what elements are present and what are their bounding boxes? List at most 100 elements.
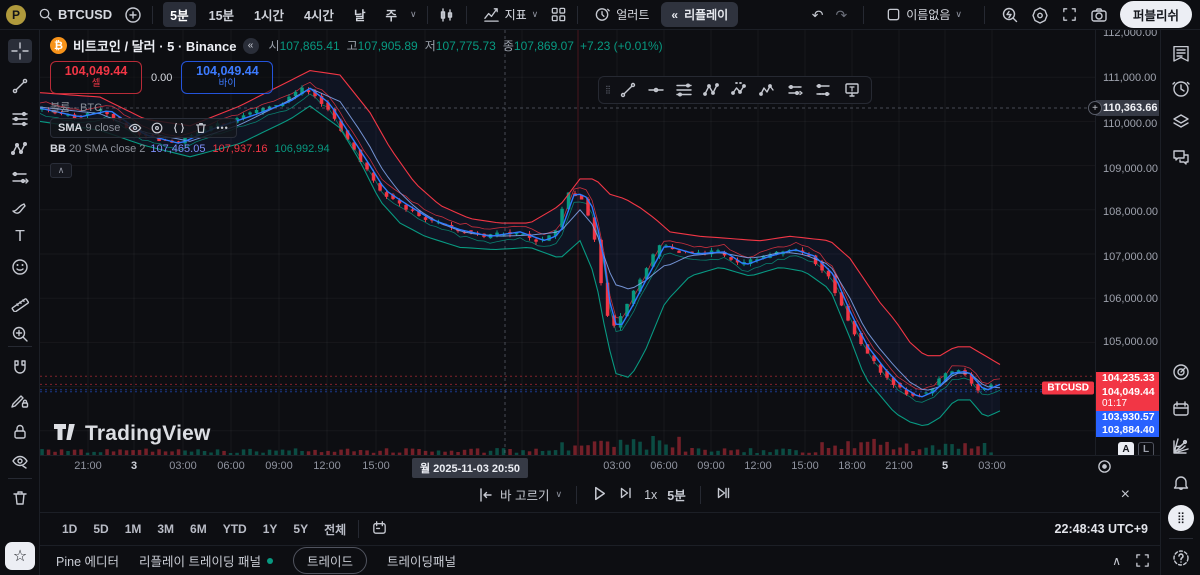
user-avatar[interactable]: P bbox=[6, 4, 26, 25]
close-replay-icon[interactable]: × bbox=[1121, 486, 1130, 504]
jump-to-end-button[interactable] bbox=[715, 485, 731, 504]
drag-handle[interactable]: ⣿ bbox=[605, 86, 613, 94]
apps-menu-button[interactable]: ⣿ bbox=[1168, 505, 1194, 531]
float-xabcd-pattern-tool[interactable] bbox=[699, 79, 725, 101]
layout-grid-icon[interactable] bbox=[550, 6, 567, 23]
log-scale-button[interactable]: L bbox=[1138, 442, 1154, 455]
help-icon[interactable] bbox=[1169, 546, 1193, 570]
buy-button[interactable]: 104,049.44 바이 bbox=[181, 61, 274, 94]
layout-menu[interactable]: 이름없음 ∨ bbox=[880, 3, 968, 26]
time-axis[interactable]: 21:00303:0006:0009:0012:0015:0018:00403:… bbox=[40, 455, 1160, 478]
clock-utc[interactable]: 22:48:43 UTC+9 bbox=[1055, 522, 1148, 536]
range-button-5Y[interactable]: 5Y bbox=[285, 519, 316, 539]
text-tool[interactable]: T bbox=[8, 225, 32, 249]
timeframe-button-주[interactable]: 주 bbox=[378, 2, 404, 27]
sell-button[interactable]: 104,049.44 셀 bbox=[50, 61, 142, 94]
range-button-1D[interactable]: 1D bbox=[54, 519, 85, 539]
favorites-star-button[interactable]: ☆ bbox=[5, 542, 35, 570]
pick-bar-button[interactable]: 바 고르기 ∨ bbox=[478, 485, 562, 504]
brush-tool[interactable] bbox=[8, 195, 32, 219]
timeframe-button-5분[interactable]: 5분 bbox=[163, 2, 196, 27]
range-button-3M[interactable]: 3M bbox=[149, 519, 182, 539]
trend-line-tool[interactable] bbox=[8, 74, 32, 98]
chart-area[interactable]: TradingView ₿ 비트코인 / 달러 · 5 · Binance « … bbox=[40, 30, 1160, 455]
emoji-tool[interactable] bbox=[8, 255, 32, 279]
web-spider-icon[interactable] bbox=[1169, 434, 1193, 458]
undo-icon[interactable]: ↶ bbox=[812, 8, 824, 22]
measure-ruler-tool[interactable] bbox=[8, 290, 32, 314]
more-options-icon[interactable]: ••• bbox=[216, 123, 228, 133]
eye-icon[interactable] bbox=[128, 121, 142, 135]
add-alert-plus-icon[interactable]: + bbox=[1088, 101, 1102, 115]
indicator-settings-icon[interactable] bbox=[150, 121, 164, 135]
timeframe-button-4시간[interactable]: 4시간 bbox=[297, 2, 341, 27]
price-axis[interactable]: 112,000.00 111,000.00 110,000.00 109,000.00… bbox=[1088, 30, 1160, 455]
settings-icon[interactable] bbox=[1031, 6, 1049, 24]
replay-interval-button[interactable]: 5분 bbox=[667, 485, 685, 504]
crosshair-tool[interactable] bbox=[8, 39, 32, 63]
timeframe-chevron-icon[interactable]: ∨ bbox=[410, 9, 417, 20]
symbol-search-button[interactable]: BTCUSD bbox=[32, 4, 118, 25]
legend-symbol-row[interactable]: ₿ 비트코인 / 달러 · 5 · Binance « 시107,865.41 고… bbox=[50, 36, 663, 55]
lock-all-tool[interactable] bbox=[8, 420, 32, 444]
float-trend-line-tool[interactable] bbox=[615, 79, 641, 101]
projection-tool[interactable] bbox=[8, 166, 32, 190]
chart-style-icon[interactable] bbox=[438, 6, 456, 24]
expand-panel-chevron-icon[interactable]: ∧ bbox=[1112, 554, 1121, 568]
go-to-realtime-button[interactable] bbox=[1097, 459, 1112, 477]
float-projection-tool[interactable] bbox=[811, 79, 837, 101]
bb-indicator-row[interactable]: BB 20 SMA close 2 107,465.05 107,937.16 10… bbox=[50, 141, 663, 157]
zoom-in-tool[interactable] bbox=[8, 322, 32, 346]
fullscreen-icon[interactable] bbox=[1061, 6, 1078, 23]
range-button-5D[interactable]: 5D bbox=[85, 519, 116, 539]
alert-button[interactable]: 얼러트 bbox=[588, 3, 655, 26]
float-horizontal-line-tool[interactable] bbox=[643, 79, 669, 101]
float-elliott-wave-tool[interactable] bbox=[755, 79, 781, 101]
play-button[interactable] bbox=[591, 485, 608, 505]
hide-drawings-tool[interactable] bbox=[8, 450, 32, 474]
timeframe-button-15분[interactable]: 15분 bbox=[202, 2, 241, 27]
float-parallel-lines-tool[interactable] bbox=[671, 79, 697, 101]
redo-icon[interactable]: ↷ bbox=[835, 8, 847, 22]
sma-indicator-row[interactable]: SMA 9 close ••• bbox=[50, 118, 663, 138]
object-tree-icon[interactable] bbox=[1169, 110, 1193, 134]
float-forecast-tool[interactable] bbox=[783, 79, 809, 101]
delete-indicator-icon[interactable] bbox=[194, 121, 208, 135]
range-button-YTD[interactable]: YTD bbox=[215, 519, 255, 539]
timeframe-button-날[interactable]: 날 bbox=[347, 2, 373, 27]
add-symbol-icon[interactable] bbox=[124, 6, 142, 24]
chat-icon[interactable] bbox=[1169, 145, 1193, 169]
calendar-icon[interactable] bbox=[1169, 397, 1193, 421]
publish-button[interactable]: 퍼블리쉬 bbox=[1119, 1, 1192, 28]
range-button-6M[interactable]: 6M bbox=[182, 519, 215, 539]
status-item[interactable]: 트레이딩패널 bbox=[387, 551, 456, 570]
magnet-tool[interactable] bbox=[8, 356, 32, 380]
camera-icon[interactable] bbox=[1090, 6, 1108, 24]
drawing-mode-lock-tool[interactable] bbox=[8, 388, 32, 412]
quick-search-icon[interactable] bbox=[1001, 6, 1019, 24]
indicators-button[interactable]: 지표 ∨ bbox=[477, 3, 545, 26]
status-item[interactable]: 리플레이 트레이딩 패널 bbox=[139, 551, 273, 570]
watchlist-icon[interactable] bbox=[1169, 42, 1193, 66]
status-item[interactable]: Pine 에디터 bbox=[56, 551, 119, 570]
alerts-icon[interactable] bbox=[1169, 77, 1193, 101]
notifications-bell-icon[interactable] bbox=[1169, 470, 1193, 494]
range-button-1Y[interactable]: 1Y bbox=[255, 519, 286, 539]
float-abc-wave-tool[interactable] bbox=[727, 79, 753, 101]
replay-button[interactable]: « 리플레이 bbox=[661, 2, 739, 27]
remove-drawings-tool[interactable] bbox=[8, 486, 32, 510]
go-to-date-button[interactable] bbox=[371, 519, 388, 539]
range-button-전체[interactable]: 전체 bbox=[316, 518, 354, 541]
step-forward-button[interactable] bbox=[618, 485, 634, 504]
volume-indicator-row[interactable]: 볼륨 · BTC bbox=[50, 99, 663, 115]
timeframe-button-1시간[interactable]: 1시간 bbox=[247, 2, 291, 27]
source-code-icon[interactable] bbox=[172, 121, 186, 135]
maximize-panel-icon[interactable] bbox=[1135, 553, 1150, 568]
float-text-callout-tool[interactable] bbox=[839, 79, 865, 101]
ideas-target-icon[interactable] bbox=[1169, 360, 1193, 384]
auto-scale-button[interactable]: A bbox=[1118, 442, 1134, 455]
status-item[interactable]: 트레이드 bbox=[292, 547, 367, 574]
replay-speed-button[interactable]: 1x bbox=[644, 488, 657, 502]
legend-collapse-button[interactable]: ∧ bbox=[50, 163, 72, 178]
pattern-tool[interactable] bbox=[8, 137, 32, 161]
